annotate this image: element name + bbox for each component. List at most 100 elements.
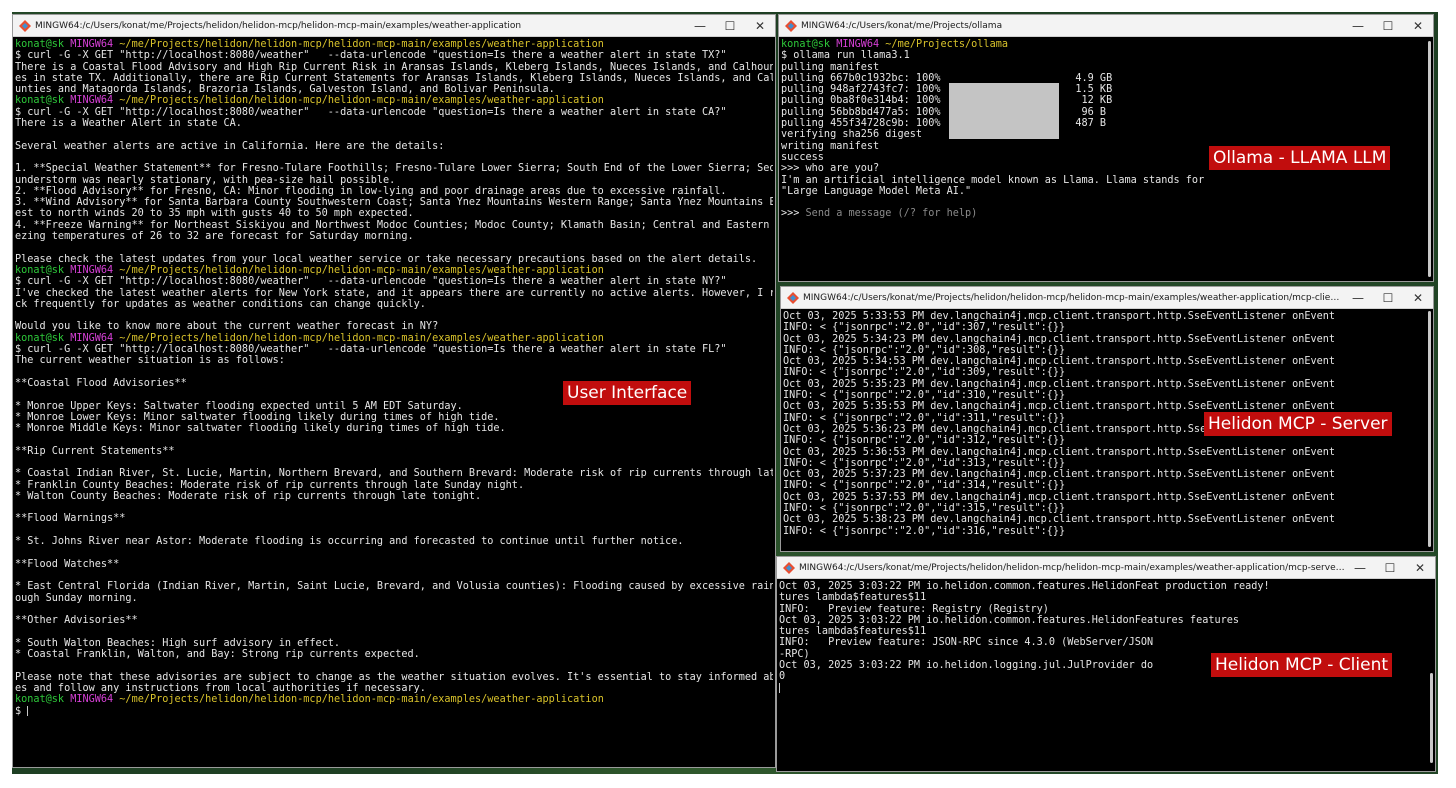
prompt-line: konat@sk MINGW64 ~/me/Projects/helidon/h…: [15, 39, 773, 50]
git-bash-icon: [787, 291, 799, 304]
line-text: pulling manifest: [781, 61, 880, 73]
terminal-line: Please check the latest updates from you…: [15, 254, 773, 265]
terminal-line: Oct 03, 2025 5:34:53 PM dev.langchain4j.…: [783, 356, 1431, 367]
scrollbar[interactable]: [1428, 41, 1431, 277]
terminal-line: Would you like to know more about the cu…: [15, 321, 773, 332]
line-text: INFO: < {"jsonrpc":"2.0","id":315,"resul…: [783, 503, 1066, 515]
line-text: * Monroe Lower Keys: Minor saltwater flo…: [15, 411, 500, 423]
line-text: Oct 03, 2025 5:35:23 PM dev.langchain4j.…: [783, 378, 1336, 390]
line-text: "Large Language Model Meta AI.": [781, 185, 972, 197]
git-bash-icon: [783, 561, 795, 574]
terminal-line: * Franklin County Beaches: Moderate risk…: [15, 480, 773, 491]
title-bar[interactable]: MINGW64:/c/Users/konat/me/Projects/helid…: [781, 287, 1433, 309]
line-text: unties and Matagorda Islands, Brazoria I…: [15, 84, 555, 96]
window-title: MINGW64:/c/Users/konat/me/Projects/helid…: [799, 562, 1345, 573]
terminal-line: INFO: < {"jsonrpc":"2.0","id":312,"resul…: [783, 435, 1431, 446]
line-text: INFO: < {"jsonrpc":"2.0","id":314,"resul…: [783, 480, 1066, 492]
prompt-path: ~/me/Projects/ollama: [885, 39, 1008, 50]
git-bash-icon: [785, 19, 797, 32]
terminal-line: INFO: < {"jsonrpc":"2.0","id":316,"resul…: [783, 526, 1431, 537]
prompt-host: MINGW64: [70, 694, 114, 706]
terminal-line: ough Sunday morning.: [15, 593, 773, 604]
line-text: 2. **Flood Advisory** for Fresno, CA: Mi…: [15, 185, 727, 197]
line-text: INFO: < {"jsonrpc":"2.0","id":309,"resul…: [783, 367, 1066, 379]
minimize-button[interactable]: —: [1343, 15, 1373, 36]
window-title: MINGW64:/c/Users/konat/me/Projects/helid…: [35, 20, 522, 31]
window-title: MINGW64:/c/Users/konat/me/Projects/ollam…: [801, 20, 1003, 31]
minimize-button[interactable]: —: [685, 15, 715, 36]
line-text: writing manifest: [781, 140, 880, 152]
terminal-line: **Rip Current Statements**: [15, 446, 773, 457]
terminal-line: INFO: < {"jsonrpc":"2.0","id":308,"resul…: [783, 345, 1431, 356]
line-text: INFO: Preview feature: Registry (Registr…: [779, 603, 1049, 615]
line-text: Please check the latest updates from you…: [15, 253, 758, 265]
prompt-line: konat@sk MINGW64 ~/me/Projects/helidon/h…: [15, 265, 773, 276]
minimize-button[interactable]: —: [1345, 557, 1375, 578]
line-text: There is a Coastal Flood Advisory and Hi…: [15, 61, 773, 73]
git-bash-icon: [19, 19, 31, 32]
close-button[interactable]: ✕: [1405, 557, 1435, 578]
terminal-line: * Walton County Beaches: Moderate risk o…: [15, 491, 773, 502]
prompt-user: konat@sk: [15, 39, 65, 50]
terminal-line: tures lambda$features$11: [779, 626, 1433, 637]
line-text: tures lambda$features$11: [779, 592, 927, 604]
close-button[interactable]: ✕: [745, 15, 775, 36]
prompt-host: MINGW64: [70, 95, 114, 107]
terminal-line: $ curl -G -X GET "http://localhost:8080/…: [15, 50, 773, 61]
title-bar[interactable]: MINGW64:/c/Users/konat/me/Projects/helid…: [777, 557, 1435, 579]
terminal-line: unties and Matagorda Islands, Brazoria I…: [15, 84, 773, 95]
terminal-line: Several weather alerts are active in Cal…: [15, 141, 773, 152]
line-text: **Rip Current Statements**: [15, 445, 175, 457]
prompt-line: konat@sk MINGW64 ~/me/Projects/helidon/h…: [15, 694, 773, 705]
line-text: * Coastal Franklin, Walton, and Bay: Str…: [15, 649, 420, 661]
terminal-line: [779, 682, 1433, 694]
minimize-button[interactable]: —: [1343, 287, 1373, 308]
close-button[interactable]: ✕: [1403, 15, 1433, 36]
terminal-line: ezing temperatures of 26 to 32 are forec…: [15, 231, 773, 242]
prompt-host: MINGW64: [836, 39, 880, 50]
maximize-button[interactable]: ☐: [715, 15, 745, 36]
line-text: Oct 03, 2025 3:03:22 PM io.helidon.loggi…: [779, 660, 1154, 672]
terminal-line: * Coastal Franklin, Walton, and Bay: Str…: [15, 649, 773, 660]
terminal-line: $ curl -G -X GET "http://localhost:8080/…: [15, 276, 773, 287]
prompt-user: konat@sk: [15, 694, 65, 706]
title-bar[interactable]: MINGW64:/c/Users/konat/me/Projects/ollam…: [779, 15, 1433, 37]
terminal-line: INFO: < {"jsonrpc":"2.0","id":315,"resul…: [783, 503, 1431, 514]
prompt-user: konat@sk: [15, 95, 65, 107]
prompt-user: konat@sk: [15, 332, 65, 344]
terminal-line: There is a Weather Alert in state CA.: [15, 118, 773, 129]
maximize-button[interactable]: ☐: [1373, 287, 1403, 308]
terminal-line: pulling manifest: [781, 62, 1431, 73]
terminal-line: 4. **Freeze Warning** for Northeast Sisk…: [15, 220, 773, 231]
prompt-user: konat@sk: [781, 39, 831, 50]
terminal-line: es in state TX. Additionally, there are …: [15, 73, 773, 84]
prompt-path: ~/me/Projects/helidon/helidon-mcp/helido…: [119, 95, 604, 107]
scrollbar[interactable]: [1428, 311, 1431, 547]
prompt-line: konat@sk MINGW64 ~/me/Projects/helidon/h…: [15, 95, 773, 106]
terminal-line: $ curl -G -X GET "http://localhost:8080/…: [15, 344, 773, 355]
line-text: ck frequently for updates as weather con…: [15, 298, 426, 310]
line-text: $ curl -G -X GET "http://localhost:8080/…: [15, 276, 727, 288]
line-text: * South Walton Beaches: High surf adviso…: [15, 637, 341, 649]
terminal-line: "Large Language Model Meta AI.": [781, 186, 1431, 197]
close-button[interactable]: ✕: [1403, 287, 1433, 308]
terminal-line: Oct 03, 2025 5:36:53 PM dev.langchain4j.…: [783, 447, 1431, 458]
maximize-button[interactable]: ☐: [1375, 557, 1405, 578]
scrollbar[interactable]: [1430, 673, 1433, 763]
line-text: There is a Weather Alert in state CA.: [15, 118, 242, 130]
line-text: pulling 948af2743fc7: 100% 1.5 KB: [781, 84, 1113, 96]
maximize-button[interactable]: ☐: [1373, 15, 1403, 36]
line-text: * East Central Florida (Indian River, Ma…: [15, 581, 773, 593]
line-text: INFO: < {"jsonrpc":"2.0","id":310,"resul…: [783, 390, 1066, 402]
line-text: est to north winds 20 to 35 mph with gus…: [15, 208, 414, 220]
terminal-line: INFO: < {"jsonrpc":"2.0","id":309,"resul…: [783, 367, 1431, 378]
line-text: * Monroe Upper Keys: Saltwater flooding …: [15, 400, 463, 412]
terminal-line: * Coastal Indian River, St. Lucie, Marti…: [15, 468, 773, 479]
title-bar[interactable]: MINGW64:/c/Users/konat/me/Projects/helid…: [13, 15, 775, 37]
line-text: INFO: < {"jsonrpc":"2.0","id":307,"resul…: [783, 322, 1066, 334]
